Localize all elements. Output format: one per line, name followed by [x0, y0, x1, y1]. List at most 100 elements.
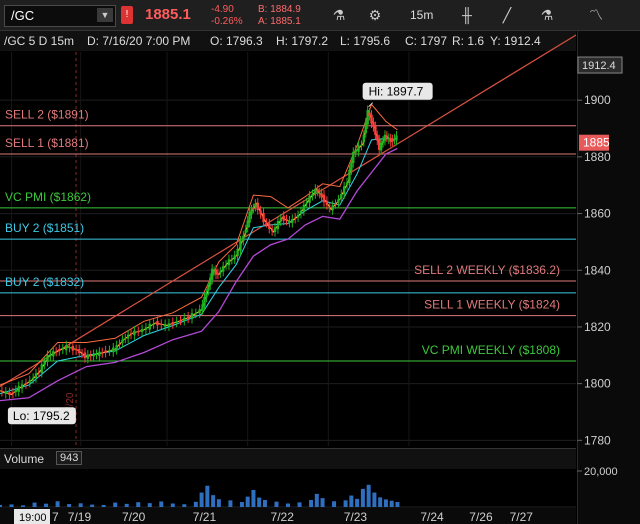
volume-bar	[366, 484, 371, 507]
candle-body	[92, 353, 95, 357]
candle-body	[345, 182, 349, 186]
trendline	[0, 34, 577, 387]
candle-body	[254, 203, 257, 207]
candle-body	[352, 151, 355, 164]
candle-body	[205, 293, 208, 298]
candle-body	[152, 323, 155, 325]
y-tick-label: 1820	[584, 320, 611, 334]
candle-body	[325, 200, 329, 206]
volume-bar	[274, 501, 279, 507]
volume-bar	[182, 504, 187, 507]
x-tick-label: 7/20	[122, 510, 146, 524]
volume-bar	[199, 492, 204, 507]
volume-bar	[343, 500, 348, 507]
hi-label: Hi: 1897.7	[369, 85, 424, 99]
volume-bar	[378, 497, 383, 507]
candle-body	[34, 373, 38, 379]
candle-body	[222, 266, 225, 272]
volume-bar	[90, 504, 95, 507]
level-label: SELL 1 WEEKLY ($1824)	[424, 298, 560, 312]
volume-bar	[55, 501, 60, 507]
candle-body	[252, 208, 255, 210]
candle-body	[4, 391, 7, 394]
candle-body	[11, 392, 15, 394]
volume-bar	[286, 503, 290, 507]
volume-bar	[0, 504, 2, 507]
candle-body	[190, 313, 194, 320]
candle-body	[302, 204, 306, 212]
candle-body	[230, 259, 234, 261]
candle-body	[14, 389, 18, 393]
candle-body	[311, 194, 314, 197]
candle-body	[54, 351, 58, 353]
candle-body	[17, 386, 20, 392]
candle-body	[331, 205, 334, 211]
candle-body	[299, 211, 303, 214]
candle-body	[167, 323, 171, 327]
candle-body	[236, 249, 239, 257]
candle-body	[126, 334, 130, 339]
candle-body	[350, 162, 353, 171]
candle-body	[179, 320, 182, 322]
candle-body	[104, 350, 107, 353]
volume-bar	[32, 502, 37, 507]
candle-body	[144, 327, 148, 330]
candle-body	[322, 194, 326, 203]
candle-body	[381, 140, 385, 144]
candle-body	[108, 350, 111, 352]
y-tick-label: 1900	[584, 93, 611, 107]
price-chart[interactable]: SELL 2 ($1891) SELL 1 ($1881) VC PMI ($186…	[0, 0, 640, 524]
volume-bar	[147, 503, 152, 507]
candle-body	[0, 390, 4, 392]
candle-body	[121, 339, 124, 343]
candle-body	[61, 348, 64, 350]
x-tick-label: 7/27	[510, 510, 534, 524]
volume-bar	[205, 485, 210, 507]
volume-bar	[332, 501, 337, 507]
candle-body	[198, 309, 201, 314]
candle-body	[340, 194, 343, 199]
level-label: SELL 2 WEEKLY ($1836.2)	[414, 263, 560, 277]
volume-bar	[21, 505, 26, 507]
candle-body	[395, 135, 398, 141]
candle-body	[95, 353, 98, 355]
cursor-price-badge: 1912.4	[582, 60, 616, 72]
candle-body	[216, 273, 220, 275]
volume-bar	[136, 502, 141, 507]
x-tick-label: 7/19	[68, 510, 92, 524]
candle-body	[186, 316, 190, 319]
candle-body	[52, 351, 55, 357]
candle-body	[101, 352, 104, 354]
volume-bar	[216, 499, 221, 507]
x-tick-label: 7/26	[469, 510, 493, 524]
candle-body	[28, 380, 31, 383]
candle-body	[219, 271, 222, 274]
candle-body	[112, 347, 115, 353]
volume-bar	[78, 503, 83, 507]
candle-body	[78, 349, 81, 354]
y-tick-label: 1780	[584, 433, 611, 447]
candle-body	[256, 202, 259, 211]
candle-body	[156, 320, 159, 326]
candle-body	[279, 218, 282, 222]
candle-body	[334, 203, 337, 205]
volume-bar	[245, 496, 250, 507]
candle-body	[148, 323, 151, 330]
candle-body	[282, 215, 285, 221]
candle-body	[65, 345, 68, 351]
volume-bar	[262, 499, 267, 507]
candle-body	[118, 343, 121, 345]
candle-body	[227, 259, 231, 266]
candle-body	[379, 142, 383, 151]
candle-body	[74, 349, 78, 351]
candle-body	[137, 331, 140, 333]
candle-body	[203, 297, 206, 307]
candle-body	[58, 349, 61, 352]
candle-body	[8, 392, 11, 396]
volume-bar	[297, 502, 302, 507]
level-label: SELL 2 ($1891)	[5, 108, 89, 122]
candle-body	[294, 217, 297, 219]
candle-body	[374, 126, 377, 135]
candle-body	[80, 353, 84, 355]
volume-bar	[44, 503, 49, 507]
